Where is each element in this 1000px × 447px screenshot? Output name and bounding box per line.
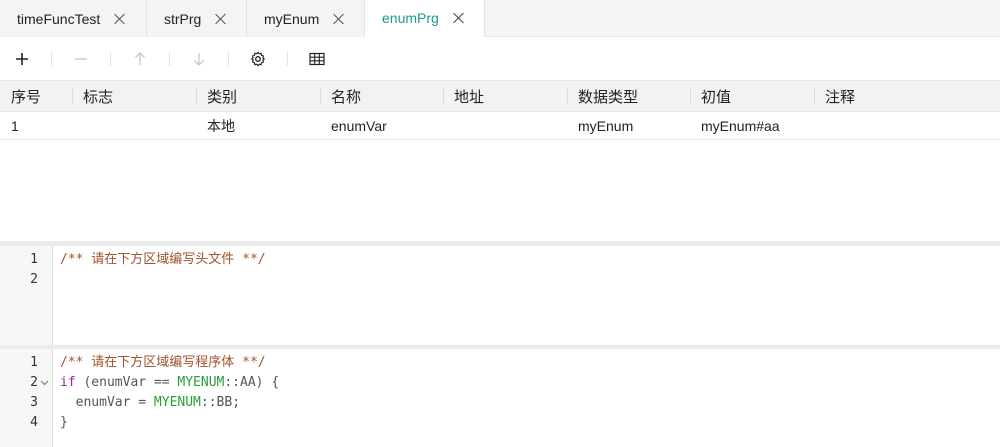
code-line[interactable]: } [60,413,68,433]
code-type: MYENUM [153,395,201,410]
code-text: ::AA) { [224,375,280,390]
tab-label: myEnum [264,10,320,27]
table-cell[interactable] [443,112,567,139]
table-cell[interactable] [814,112,1000,139]
line-gutter: 1 2 [0,246,53,345]
column-header[interactable]: 初值 [690,81,814,112]
move-up-button[interactable] [129,48,151,70]
toolbar [0,38,1000,79]
fold-chevron-icon[interactable] [40,373,50,393]
code-text: ::BB; [200,395,241,410]
column-header[interactable]: 标志 [72,81,196,112]
code-line[interactable]: /** 请在下方区域编写头文件 **/ [60,250,266,270]
tab-bar: timeFuncTest strPrg myEnum enumPrg [0,0,1000,37]
header-code-editor[interactable]: 1 2 /** 请在下方区域编写头文件 **/ [0,246,1000,345]
close-icon[interactable] [114,13,126,25]
tab-enumprg[interactable]: enumPrg [365,0,485,37]
arrow-down-icon [194,52,204,66]
variable-table: 序号 标志 类别 名称 地址 数据类型 初值 注释 1 本地 enumVar m… [0,80,1000,140]
minus-icon [75,57,87,60]
toolbar-divider [110,51,111,66]
toolbar-divider [287,51,288,66]
line-number: 2 [30,375,38,390]
tab-timefunctest[interactable]: timeFuncTest [0,0,147,37]
line-number: 1 [30,355,38,370]
code-line[interactable]: if (enumVar == MYENUM::AA) { [60,373,279,393]
plus-icon [16,52,28,65]
line-number: 3 [30,395,38,410]
column-header[interactable]: 地址 [443,81,567,112]
tab-label: timeFuncTest [17,10,101,27]
table-cell[interactable] [72,112,196,139]
code-keyword: if [60,375,76,390]
line-number: 2 [30,272,38,287]
line-number: 4 [30,415,38,430]
tab-myenum[interactable]: myEnum [247,0,365,37]
column-header[interactable]: 注释 [814,81,1000,112]
code-line[interactable]: /** 请在下方区域编写程序体 **/ [60,353,266,373]
toolbar-divider [169,51,170,66]
line-gutter: 1 2 3 4 [0,349,53,447]
toolbar-divider [228,51,229,66]
close-icon[interactable] [215,13,227,25]
settings-button[interactable] [247,48,269,70]
tab-strprg[interactable]: strPrg [147,0,247,37]
add-row-button[interactable] [11,48,33,70]
close-icon[interactable] [453,12,465,24]
table-cell[interactable]: 1 [0,112,72,139]
code-text: enumVar = [60,395,154,410]
column-header[interactable]: 类别 [196,81,320,112]
column-header[interactable]: 序号 [0,81,72,112]
toolbar-divider [51,51,52,66]
arrow-up-icon [135,51,145,65]
table-row[interactable]: 1 本地 enumVar myEnum myEnum#aa [0,112,1000,140]
move-down-button[interactable] [188,48,210,70]
line-number: 1 [30,252,38,267]
code-text: (enumVar == [75,375,178,390]
tab-label: enumPrg [382,10,439,26]
gear-icon [251,51,265,66]
table-cell[interactable]: myEnum [567,112,690,139]
code-type: MYENUM [177,375,225,390]
table-header: 序号 标志 类别 名称 地址 数据类型 初值 注释 [0,80,1000,112]
body-code-editor[interactable]: 1 2 3 4 /** 请在下方区域编写程序体 **/ if (enumVar … [0,349,1000,447]
table-cell[interactable]: enumVar [320,112,443,139]
code-line[interactable]: enumVar = MYENUM::BB; [60,393,240,413]
column-header[interactable]: 数据类型 [567,81,690,112]
table-icon [309,52,325,65]
table-cell[interactable]: myEnum#aa [690,112,814,139]
delete-row-button[interactable] [70,48,92,70]
column-header[interactable]: 名称 [320,81,443,112]
table-cell[interactable]: 本地 [196,112,320,139]
close-icon[interactable] [333,13,345,25]
table-view-button[interactable] [306,48,328,70]
tab-label: strPrg [164,10,202,27]
